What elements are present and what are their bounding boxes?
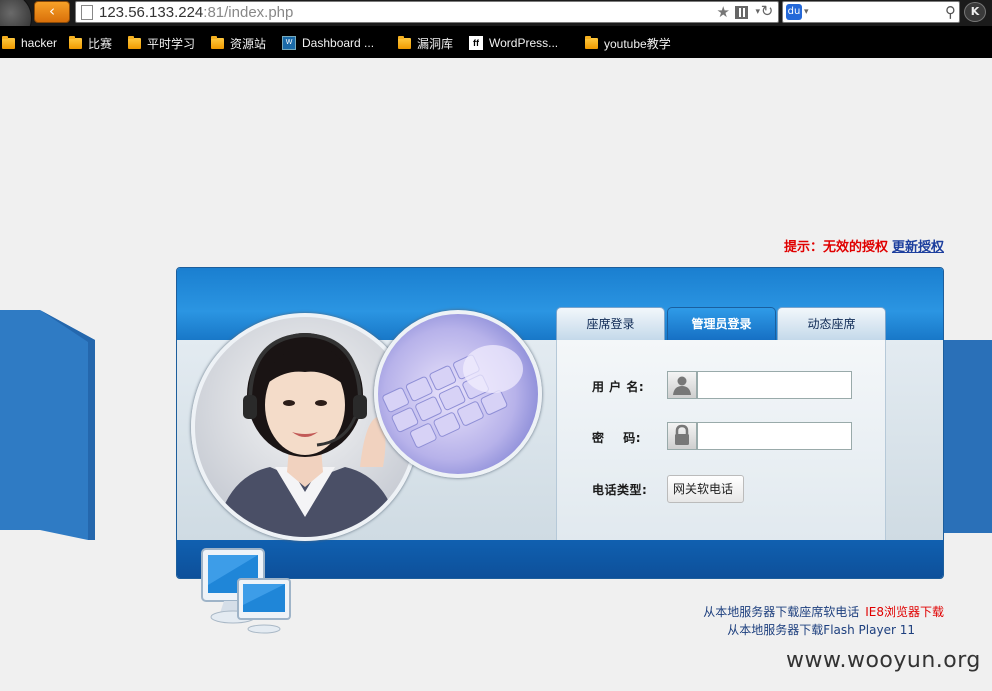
bookmark-youtube[interactable]: youtube教学 <box>585 35 671 51</box>
url-path: :81/index.php <box>203 4 294 21</box>
phone-type-label: 电话类型: <box>592 483 648 497</box>
search-engine-icon[interactable]: du <box>786 4 802 20</box>
username-label: 用 户 名: <box>592 380 645 394</box>
extension-icon[interactable]: K <box>964 2 986 22</box>
wordpress-dashboard-icon: W <box>282 36 296 50</box>
page-icon <box>81 5 93 20</box>
password-label: 密 码: <box>592 431 642 445</box>
search-bar[interactable]: du ▾ ⚲ <box>782 1 960 23</box>
folder-icon <box>398 35 411 49</box>
search-icon[interactable]: ⚲ <box>945 2 956 22</box>
bookmark-study[interactable]: 平时学习 <box>128 35 195 51</box>
keyboard-illustration <box>382 345 523 448</box>
bookmark-label: 漏洞库 <box>417 36 454 51</box>
bookmark-label: youtube教学 <box>604 36 671 51</box>
folder-icon <box>69 35 82 49</box>
bookmark-label: 平时学习 <box>147 36 196 51</box>
folder-icon <box>128 35 141 49</box>
reload-button[interactable]: ↻ <box>756 1 778 21</box>
qr-code-icon[interactable] <box>735 6 748 19</box>
lock-icon <box>667 422 697 450</box>
url-host: 123.56.133.224 <box>99 4 204 21</box>
bookmark-vulndb[interactable]: 漏洞库 <box>398 35 453 51</box>
bookmarks-bar: hacker 比赛 平时学习 资源站 W Dashboard ... 漏洞库 ff… <box>0 26 992 58</box>
decor-band-left <box>0 310 95 540</box>
folder-icon <box>2 35 15 49</box>
license-hint: 提示：无效的授权 更新授权 <box>784 236 944 255</box>
browser-toolbar: ‹ 123.56.133.224:81/index.php ★ ▾ ↻ du ▾… <box>0 0 992 44</box>
folder-icon <box>211 35 224 49</box>
phone-type-select[interactable]: 网关软电话 <box>667 475 744 503</box>
password-input[interactable] <box>697 422 852 450</box>
tab-seat-login[interactable]: 座席登录 <box>556 307 665 340</box>
address-bar[interactable]: 123.56.133.224:81/index.php ★ ▾ <box>75 1 779 23</box>
bookmark-hacker[interactable]: hacker <box>2 35 57 51</box>
download-ie8-link[interactable]: IE8浏览器下载 <box>865 605 944 619</box>
bookmark-label: hacker <box>21 36 58 50</box>
username-input[interactable] <box>697 371 852 399</box>
update-license-link[interactable]: 更新授权 <box>892 240 944 255</box>
user-icon <box>667 371 697 399</box>
back-button[interactable]: ‹ <box>34 1 70 23</box>
hint-label: 提示：无效的授权 <box>783 240 888 255</box>
bookmark-wordpress[interactable]: ff WordPress... <box>469 35 558 51</box>
bookmark-label: 资源站 <box>230 36 267 51</box>
bookmark-label: WordPress... <box>489 36 559 50</box>
download-links-row: 从本地服务器下载座席软电话 IE8浏览器下载 <box>703 603 944 620</box>
ff-icon: ff <box>469 36 483 50</box>
url-text[interactable]: 123.56.133.224:81/index.php <box>99 3 293 22</box>
bookmark-resources[interactable]: 资源站 <box>211 35 266 51</box>
watermark: www.wooyun.org <box>786 648 981 673</box>
download-flash-link[interactable]: 从本地服务器下载Flash Player 11 <box>727 621 915 638</box>
bookmark-label: 比赛 <box>88 36 113 51</box>
chevron-down-icon[interactable]: ▾ <box>804 2 809 22</box>
keyboard-photo <box>374 310 542 478</box>
tab-dynamic-seat[interactable]: 动态座席 <box>777 307 886 340</box>
computer-monitor-icon <box>201 548 291 634</box>
tab-admin-login[interactable]: 管理员登录 <box>667 307 776 340</box>
download-seat-phone-link[interactable]: 从本地服务器下载座席软电话 <box>703 605 859 619</box>
bookmark-star-icon[interactable]: ★ <box>717 3 730 22</box>
folder-icon <box>585 35 598 49</box>
bookmark-dashboard[interactable]: W Dashboard ... <box>282 35 374 51</box>
bookmark-label: Dashboard ... <box>302 36 375 50</box>
bookmark-competition[interactable]: 比赛 <box>69 35 112 51</box>
